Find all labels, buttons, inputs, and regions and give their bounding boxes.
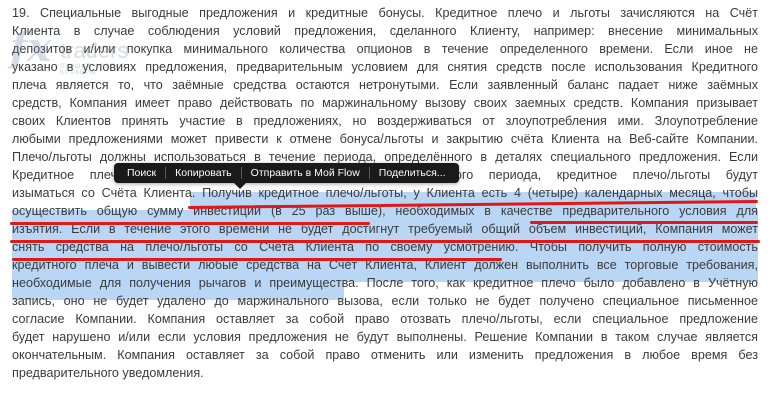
red-underline-annotation (10, 240, 760, 243)
red-underline-annotation (10, 222, 370, 225)
menu-item-search[interactable]: Поиск (118, 163, 165, 183)
paragraph-line: предварительного уведомления. (12, 366, 204, 380)
red-underline-annotation (530, 221, 758, 224)
menu-item-send-to-flow[interactable]: Отправить в Мой Flow (242, 163, 369, 183)
paragraph-line: согласие Компании. Компания оставляет за… (12, 312, 758, 326)
paragraph-line: изыматься со Счёта Клиента. Получив кред… (12, 186, 758, 200)
paragraph-line: запись, оно не будет удалено до маржинал… (12, 294, 758, 308)
paragraph-line: окончательным. Компания оставляет за соб… (12, 348, 758, 362)
paragraph-line: 19. Специальные выгодные предложения и к… (12, 6, 758, 20)
paragraph-line: указано в условиях предложения, предвари… (12, 60, 758, 74)
paragraph-line: депозитов и/или покупка минимального кол… (12, 42, 758, 56)
selection-context-menu: Поиск Копировать Отправить в Мой Flow По… (114, 163, 459, 183)
paragraph-line: будет нарушено и/или если условия предло… (12, 330, 758, 344)
red-underline-annotation (12, 258, 502, 261)
document-page: 19. Специальные выгодные предложения и к… (0, 0, 780, 400)
paragraph-line: своих Клиентов принять участие в предлож… (12, 114, 758, 128)
context-menu-pointer (234, 183, 246, 189)
paragraph-line: Клиента в случае соблюдения условий пред… (12, 24, 758, 38)
paragraph-line: любыми предложениями может привести к от… (12, 132, 758, 146)
paragraph-line: необходимые для получения рычагов и преи… (12, 276, 758, 290)
paragraph-line: плеча является то, что заёмные средства … (12, 78, 758, 92)
menu-item-copy[interactable]: Копировать (166, 163, 241, 183)
menu-item-share[interactable]: Поделиться... (370, 163, 455, 183)
paragraph-line: средств, Компания имеет право действоват… (12, 96, 758, 110)
